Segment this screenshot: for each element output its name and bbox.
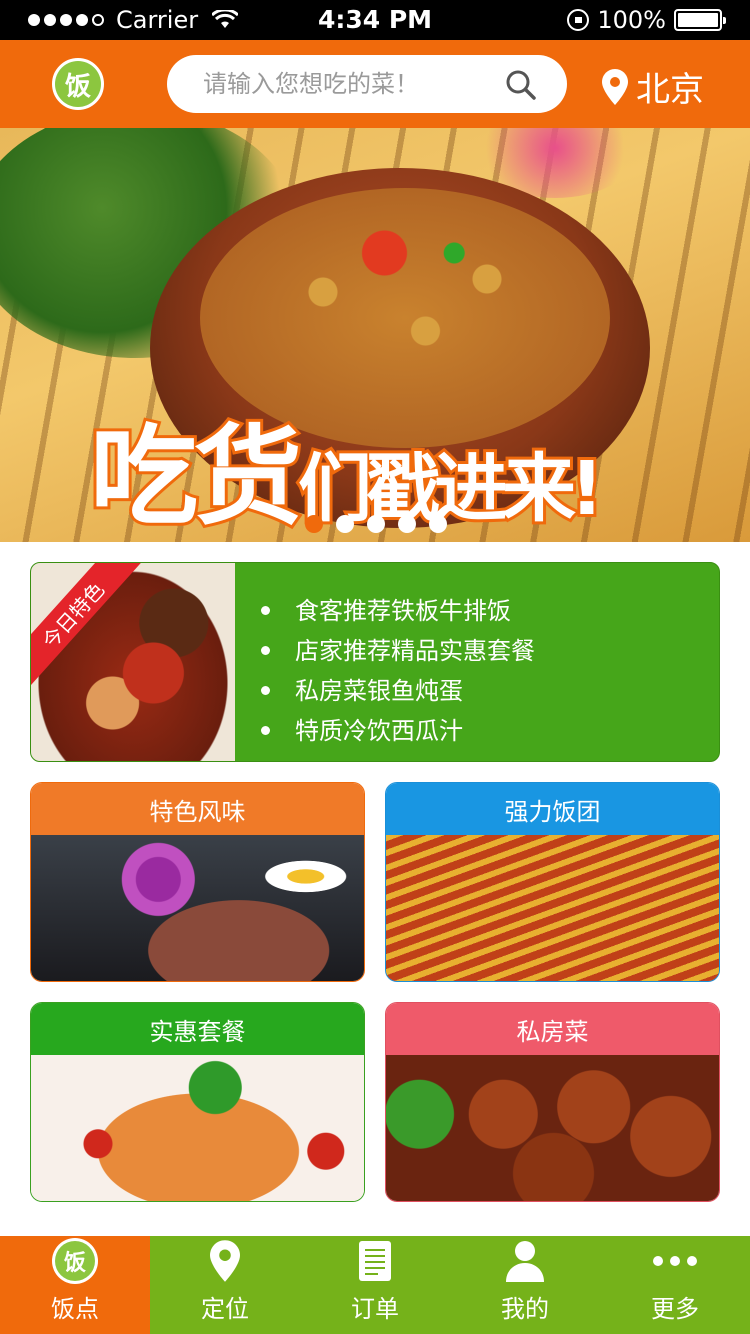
tab-orders[interactable]: 订单 [300,1236,450,1334]
category-image-pork [386,1055,719,1201]
tab-label: 更多 [651,1295,699,1323]
tab-label: 我的 [501,1295,549,1323]
today-special-image: 今日特色 [31,563,235,761]
document-icon [351,1237,399,1285]
logo-icon: 饭 [55,61,101,107]
today-special-panel[interactable]: 今日特色 食客推荐铁板牛排饭 店家推荐精品实惠套餐 私房菜银鱼炖蛋 特质冷饮西瓜… [30,562,720,762]
page-dot-1[interactable] [305,515,323,533]
location-selector[interactable]: 北京 [602,62,704,111]
category-title: 私房菜 [386,1003,719,1055]
logo-icon: 饭 [51,1237,99,1285]
category-title: 强力饭团 [386,783,719,835]
list-item[interactable]: 特质冷饮西瓜汁 [257,711,535,751]
category-card-value-set[interactable]: 实惠套餐 [30,1002,365,1202]
search-bar[interactable] [167,55,567,113]
app-header: 饭 北京 [0,40,750,128]
category-title: 特色风味 [31,783,364,835]
promo-banner[interactable]: 吃货们戳进来! [0,128,750,542]
category-image-steak [31,835,364,981]
list-item[interactable]: 店家推荐精品实惠套餐 [257,631,535,671]
tab-logo-glyph: 饭 [55,1241,95,1281]
page-dot-2[interactable] [336,515,354,533]
list-item[interactable]: 私房菜银鱼炖蛋 [257,671,535,711]
location-pin-icon [602,68,628,105]
list-item[interactable]: 食客推荐铁板牛排饭 [257,591,535,631]
bottom-tab-bar: 饭 饭点 定位 订单 我的 更多 [0,1236,750,1334]
tab-more[interactable]: 更多 [600,1236,750,1334]
search-icon[interactable] [505,69,537,101]
tab-location[interactable]: 定位 [150,1236,300,1334]
status-bar: Carrier 4:34 PM 100% [0,0,750,40]
category-card-private-kitchen[interactable]: 私房菜 [385,1002,720,1202]
location-label: 北京 [636,70,704,110]
location-pin-icon [201,1237,249,1285]
category-title: 实惠套餐 [31,1003,364,1055]
category-image-spaghetti [31,1055,364,1201]
orientation-lock-icon [567,9,590,31]
more-dots-icon [651,1237,699,1285]
search-input[interactable] [203,65,503,103]
battery-percent: 100% [597,6,666,34]
today-special-list: 食客推荐铁板牛排饭 店家推荐精品实惠套餐 私房菜银鱼炖蛋 特质冷饮西瓜汁 [257,591,535,751]
tab-profile[interactable]: 我的 [450,1236,600,1334]
category-card-rice-ball[interactable]: 强力饭团 [385,782,720,982]
page-dot-4[interactable] [398,515,416,533]
battery-icon [674,9,726,31]
person-icon [501,1237,549,1285]
category-card-specialty[interactable]: 特色风味 [30,782,365,982]
tab-label: 定位 [201,1295,249,1323]
tab-home[interactable]: 饭 饭点 [0,1236,150,1334]
banner-title-main: 吃货 [87,412,305,542]
tab-label: 订单 [351,1295,399,1323]
page-dot-3[interactable] [367,515,385,533]
page-dot-5[interactable] [429,515,447,533]
status-right: 100% [567,6,726,34]
tab-label: 饭点 [51,1295,99,1323]
app-logo[interactable]: 饭 [52,58,104,110]
banner-page-indicator[interactable] [305,515,447,533]
today-special-ribbon: 今日特色 [31,563,142,689]
category-image-pasta [386,835,719,981]
